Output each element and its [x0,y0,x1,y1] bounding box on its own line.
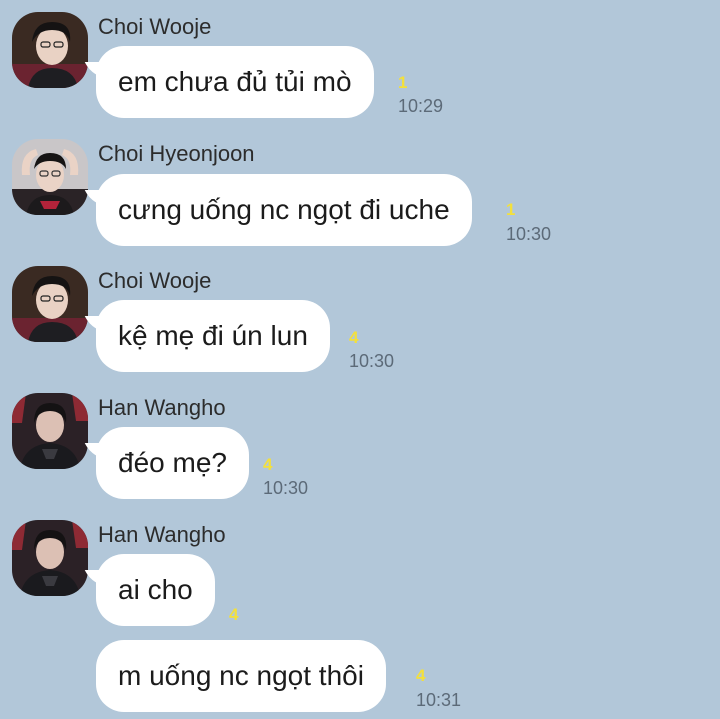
profile-photo-icon [12,12,88,88]
sender-name: Choi Hyeonjoon [98,141,255,166]
message-bubble[interactable]: kệ mẹ đi ún lun [96,300,330,372]
message-bubble[interactable]: m uống nc ngọt thôi [96,640,386,712]
chat-screen: { "messages": [ { "sender": "Choi Wooje"… [0,0,720,719]
message-bubble[interactable]: ai cho [96,554,215,626]
avatar[interactable] [12,266,88,342]
sender-name: Han Wangho [98,522,226,547]
unread-count: 4 [263,455,273,474]
unread-count: 1 [398,73,408,92]
profile-photo-icon [12,393,88,469]
avatar[interactable] [12,520,88,596]
sender-name: Han Wangho [98,395,226,420]
profile-photo-icon [12,520,88,596]
message-bubble[interactable]: cưng uống nc ngọt đi uche [96,174,472,246]
profile-photo-icon [12,266,88,342]
unread-count: 4 [229,605,239,624]
message-time: 10:30 [349,351,395,371]
sender-name: Choi Wooje [98,268,212,293]
message-time: 10:29 [398,96,444,116]
message-time: 10:30 [506,224,552,244]
sender-name: Choi Wooje [98,14,212,39]
unread-count: 4 [416,666,426,685]
avatar[interactable] [12,393,88,469]
avatar[interactable] [12,12,88,88]
unread-count: 4 [349,328,359,347]
profile-photo-icon [12,139,88,215]
avatar[interactable] [12,139,88,215]
unread-count: 1 [506,200,516,219]
message-bubble[interactable]: đéo mẹ? [96,427,249,499]
message-bubble[interactable]: em chưa đủ tủi mò [96,46,374,118]
message-time: 10:30 [263,478,309,498]
message-time: 10:31 [416,690,462,710]
